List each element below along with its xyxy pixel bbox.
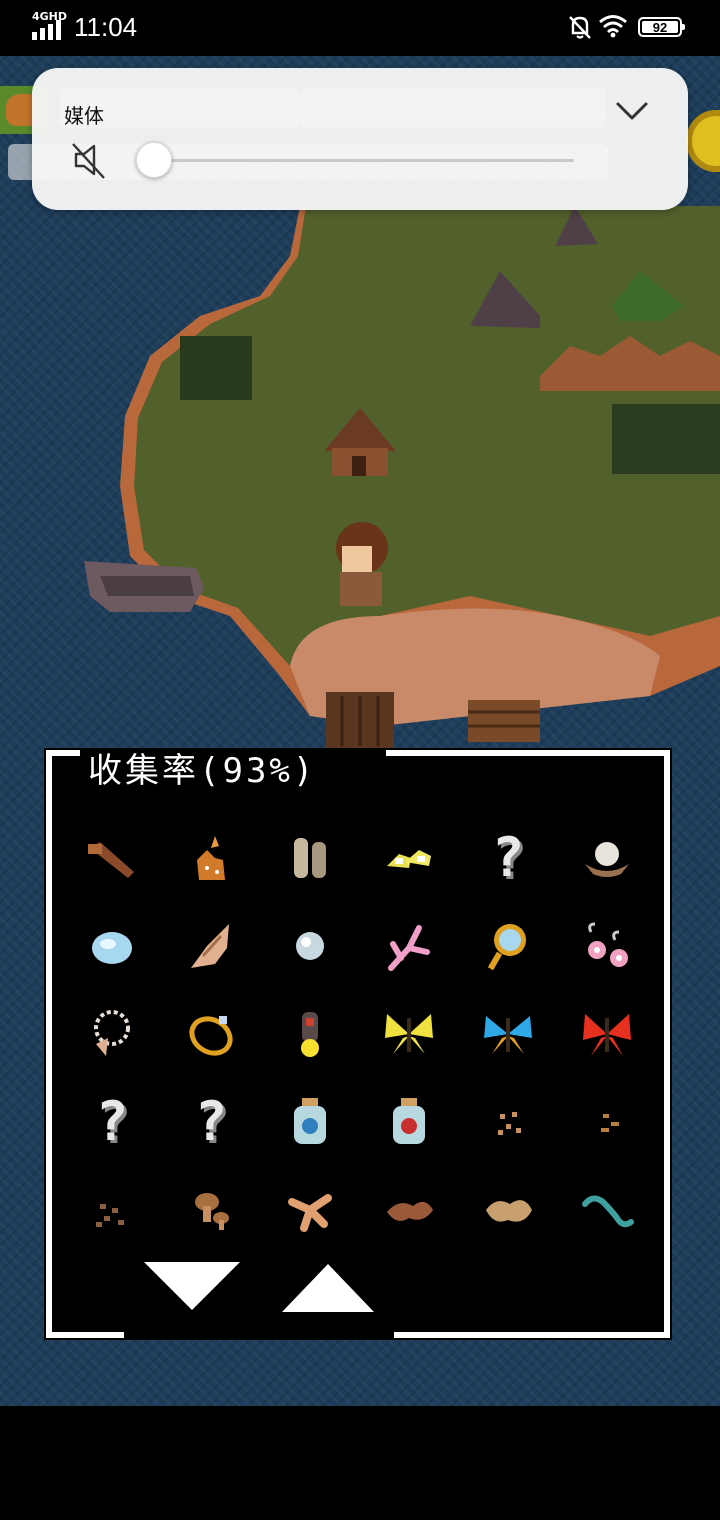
item-gold-ring[interactable] (181, 1004, 241, 1064)
item-ginger[interactable] (280, 1180, 340, 1240)
shell-necklace-icon (94, 1010, 130, 1056)
yellow-butterfly-icon (385, 1014, 433, 1054)
firefly-icon (301, 1012, 319, 1057)
battery-level: 92 (652, 19, 668, 35)
coral-icon (388, 925, 430, 971)
unknown-item-mark: ? (491, 826, 525, 889)
item-firefly[interactable] (280, 1004, 340, 1064)
pearl-icon (296, 932, 324, 960)
earrings-icon (588, 922, 628, 967)
item-mirror[interactable] (478, 916, 538, 976)
item-earrings[interactable] (577, 916, 637, 976)
blue-butterfly-icon (484, 1016, 532, 1054)
seeds-icon (498, 1112, 521, 1135)
scroll-up-arrow[interactable] (282, 1264, 374, 1312)
volume-slider-thumb[interactable] (136, 142, 172, 178)
media-label: 媒体 (64, 104, 104, 128)
item-shoes[interactable] (379, 828, 439, 888)
item-jar-red[interactable] (379, 1092, 439, 1152)
item-bones[interactable] (280, 828, 340, 888)
collection-rate-title: 收集率(93%) (88, 751, 317, 791)
item-red-butterfly[interactable] (577, 1004, 637, 1064)
item-wood-stick[interactable] (82, 828, 142, 888)
jar-blue-icon (294, 1098, 326, 1144)
item-seeds[interactable] (478, 1092, 538, 1152)
signal-icon (32, 20, 61, 40)
speaker-muted-icon[interactable] (70, 140, 108, 180)
item-brown-roots[interactable] (379, 1180, 439, 1240)
small-seeds-icon (601, 1114, 619, 1132)
shell-pearl-icon (585, 842, 629, 877)
item-coral[interactable] (379, 916, 439, 976)
item-mushrooms[interactable] (181, 1180, 241, 1240)
ginger-icon (288, 1194, 332, 1232)
item-worm[interactable] (577, 1180, 637, 1240)
mushrooms-icon (195, 1193, 229, 1230)
tan-roots-icon (486, 1200, 532, 1222)
item-soil[interactable] (82, 1180, 142, 1240)
navigation-area (0, 1406, 720, 1520)
item-crystal-egg[interactable] (82, 916, 142, 976)
item-unknown-3[interactable]: ? (181, 1092, 241, 1152)
crystal-egg-icon (92, 932, 132, 964)
brown-roots-icon (387, 1201, 433, 1221)
gold-ring-icon (189, 1016, 233, 1056)
item-pearl[interactable] (280, 916, 340, 976)
item-shell-necklace[interactable] (82, 1004, 142, 1064)
bell-muted-icon (569, 16, 591, 39)
item-yellow-butterfly[interactable] (379, 1004, 439, 1064)
soil-icon (96, 1204, 124, 1227)
scroll-down-arrow[interactable] (144, 1262, 240, 1310)
deer-icon (197, 836, 225, 880)
clock: 11:04 (74, 12, 138, 42)
wifi-icon (599, 15, 627, 38)
item-tan-roots[interactable] (478, 1180, 538, 1240)
unknown-item-mark: ? (95, 1090, 129, 1153)
media-volume-panel: 媒体 (32, 68, 688, 210)
item-shell-pearl[interactable] (577, 828, 637, 888)
collection-panel: 收集率(93%) ? ? ? (44, 748, 672, 1340)
mirror-icon (487, 924, 526, 971)
chevron-down-icon[interactable] (612, 96, 652, 126)
item-deer[interactable] (181, 828, 241, 888)
worm-icon (582, 1195, 634, 1228)
item-unknown-2[interactable]: ? (82, 1092, 142, 1152)
nav-gap (124, 1326, 394, 1340)
battery-icon: 92 (638, 17, 685, 37)
status-bar: 4GHD 11:04 92 (0, 0, 720, 56)
volume-track[interactable] (152, 159, 574, 162)
red-butterfly-icon (583, 1014, 631, 1056)
coin-icon[interactable] (686, 110, 720, 172)
item-unknown-1[interactable]: ? (478, 828, 538, 888)
bones-icon (294, 838, 326, 878)
item-jar-blue[interactable] (280, 1092, 340, 1152)
wood-stick-icon (88, 842, 134, 878)
jar-red-icon (393, 1098, 425, 1144)
unknown-item-mark: ? (194, 1090, 228, 1153)
conch-shell-icon (191, 924, 229, 968)
item-small-seeds[interactable] (577, 1092, 637, 1152)
item-conch-shell[interactable] (181, 916, 241, 976)
item-blue-butterfly[interactable] (478, 1004, 538, 1064)
shoes-icon (387, 850, 431, 868)
